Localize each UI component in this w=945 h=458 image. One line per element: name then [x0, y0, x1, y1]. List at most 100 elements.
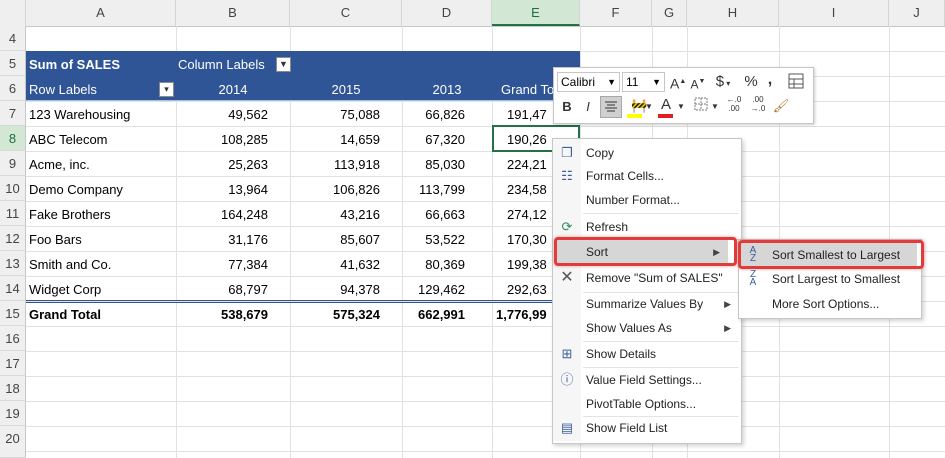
format-painter-button[interactable]: 🖌	[772, 96, 790, 116]
menu-item-copy[interactable]: ❐ Copy	[553, 141, 739, 165]
row-header-13[interactable]: 13	[0, 251, 26, 276]
decrease-font-size-button[interactable]: A▼	[690, 72, 706, 92]
row-header-6[interactable]: 6	[0, 76, 26, 101]
percent-style-button[interactable]: %	[743, 72, 759, 92]
comma-style-button[interactable]: ,	[763, 70, 777, 90]
row-header-4[interactable]: 4	[0, 26, 26, 51]
column-labels-filter-dropdown[interactable]: ▼	[276, 57, 291, 72]
value-cell[interactable]: 108,285	[176, 127, 268, 152]
value-cell[interactable]: 1,776,99	[496, 302, 553, 327]
value-cell[interactable]: 274,12	[507, 202, 553, 227]
row-header-14[interactable]: 14	[0, 276, 26, 301]
italic-button[interactable]: I	[581, 97, 595, 117]
row-labels-sort-dropdown[interactable]: ▾	[159, 82, 174, 97]
row-header-10[interactable]: 10	[0, 176, 26, 201]
grand-total-label[interactable]: Grand Total	[29, 302, 174, 327]
menu-item-more-sort-options[interactable]: More Sort Options...	[739, 292, 925, 316]
value-cell[interactable]: 25,263	[176, 152, 268, 177]
bold-button[interactable]: B	[559, 97, 575, 117]
borders-button[interactable]	[692, 97, 710, 117]
column-header-i[interactable]: I	[779, 0, 889, 26]
pivot-column-labels[interactable]: Column Labels	[178, 52, 273, 77]
year-header-2014[interactable]: 2014	[176, 77, 290, 102]
value-cell[interactable]: 106,826	[290, 177, 380, 202]
column-header-d[interactable]: D	[402, 0, 492, 26]
pivot-row-labels[interactable]: Row Labels	[29, 77, 159, 102]
row-header-9[interactable]: 9	[0, 151, 26, 176]
increase-font-size-button[interactable]: A▲	[670, 72, 686, 92]
row-header-5[interactable]: 5	[0, 51, 26, 76]
row-header-19[interactable]: 19	[0, 401, 26, 426]
select-all-corner[interactable]	[0, 0, 26, 26]
value-cell[interactable]: 113,799	[402, 177, 465, 202]
chevron-down-icon[interactable]: ▼	[645, 97, 653, 117]
year-header-2015[interactable]: 2015	[290, 77, 402, 102]
value-cell[interactable]: 199,38	[507, 252, 553, 277]
value-cell[interactable]: 164,248	[176, 202, 268, 227]
menu-item-show-values-as[interactable]: Show Values As ▶	[553, 316, 739, 340]
menu-item-number-format[interactable]: Number Format...	[553, 188, 739, 212]
column-header-e[interactable]: E	[492, 0, 580, 26]
row-header-16[interactable]: 16	[0, 326, 26, 351]
row-header-7[interactable]: 7	[0, 101, 26, 126]
value-cell[interactable]: 14,659	[290, 127, 380, 152]
value-cell[interactable]: 113,918	[290, 152, 380, 177]
row-header-12[interactable]: 12	[0, 226, 26, 251]
row-header-11[interactable]: 11	[0, 201, 26, 226]
row-header-18[interactable]: 18	[0, 376, 26, 401]
row-header-15[interactable]: 15	[0, 301, 26, 326]
row-label[interactable]: Fake Brothers	[29, 202, 174, 227]
pivot-sum-label[interactable]: Sum of SALES	[29, 52, 169, 77]
value-cell[interactable]: 75,088	[290, 102, 380, 127]
column-header-c[interactable]: C	[290, 0, 402, 26]
font-size-box[interactable]: 11 ▼	[622, 72, 665, 92]
value-cell[interactable]: 68,797	[176, 277, 268, 302]
value-cell[interactable]: 41,632	[290, 252, 380, 277]
menu-item-pivottable-options[interactable]: PivotTable Options...	[553, 392, 739, 416]
menu-item-value-field-settings[interactable]: ⓘ Value Field Settings...	[553, 368, 739, 392]
value-cell[interactable]: 85,607	[290, 227, 380, 252]
column-header-j[interactable]: J	[889, 0, 945, 26]
row-label[interactable]: Smith and Co.	[29, 252, 174, 277]
font-color-button[interactable]: A	[657, 95, 675, 115]
row-label[interactable]: Demo Company	[29, 177, 174, 202]
accounting-format-button[interactable]: $ ▾	[710, 72, 736, 92]
column-header-f[interactable]: F	[580, 0, 652, 26]
column-header-h[interactable]: H	[687, 0, 779, 26]
value-cell[interactable]: 31,176	[176, 227, 268, 252]
row-label[interactable]: Acme, inc.	[29, 152, 174, 177]
value-cell[interactable]: 13,964	[176, 177, 268, 202]
column-header-g[interactable]: G	[652, 0, 687, 26]
column-header-b[interactable]: B	[176, 0, 290, 26]
value-cell[interactable]: 49,562	[176, 102, 268, 127]
menu-item-remove[interactable]: ✕ Remove "Sum of SALES"	[553, 266, 739, 290]
column-header-a[interactable]: A	[26, 0, 176, 26]
value-cell[interactable]: 53,522	[402, 227, 465, 252]
row-header-17[interactable]: 17	[0, 351, 26, 376]
row-header-20[interactable]: 20	[0, 426, 26, 458]
menu-item-sort-descending[interactable]: ZA Sort Largest to Smallest	[739, 267, 925, 291]
value-cell[interactable]: 224,21	[507, 152, 553, 177]
chevron-down-icon[interactable]: ▼	[677, 97, 685, 117]
value-cell[interactable]: 234,58	[507, 177, 553, 202]
menu-item-summarize-values[interactable]: Summarize Values By ▶	[553, 292, 739, 316]
value-cell[interactable]: 85,030	[402, 152, 465, 177]
value-cell[interactable]: 292,63	[507, 277, 553, 302]
year-header-2013[interactable]: 2013	[402, 77, 492, 102]
value-cell[interactable]: 538,679	[176, 302, 268, 327]
chevron-down-icon[interactable]: ▼	[711, 97, 719, 117]
value-cell[interactable]: 66,826	[402, 102, 465, 127]
value-cell[interactable]: 67,320	[402, 127, 465, 152]
font-name-box[interactable]: Calibri ▼	[557, 72, 620, 92]
menu-item-show-field-list[interactable]: ▤ Show Field List	[553, 416, 739, 440]
row-label[interactable]: Foo Bars	[29, 227, 174, 252]
increase-decimal-button[interactable]: ←.0 .00	[724, 95, 744, 115]
center-align-button[interactable]	[600, 96, 622, 118]
row-label[interactable]: ABC Telecom	[29, 127, 174, 152]
value-cell[interactable]: 129,462	[402, 277, 465, 302]
value-cell[interactable]: 43,216	[290, 202, 380, 227]
decrease-decimal-button[interactable]: .00 →.0	[748, 95, 768, 115]
value-cell[interactable]: 94,378	[290, 277, 380, 302]
value-cell[interactable]: 77,384	[176, 252, 268, 277]
menu-item-refresh[interactable]: ⟳ Refresh	[553, 215, 739, 239]
